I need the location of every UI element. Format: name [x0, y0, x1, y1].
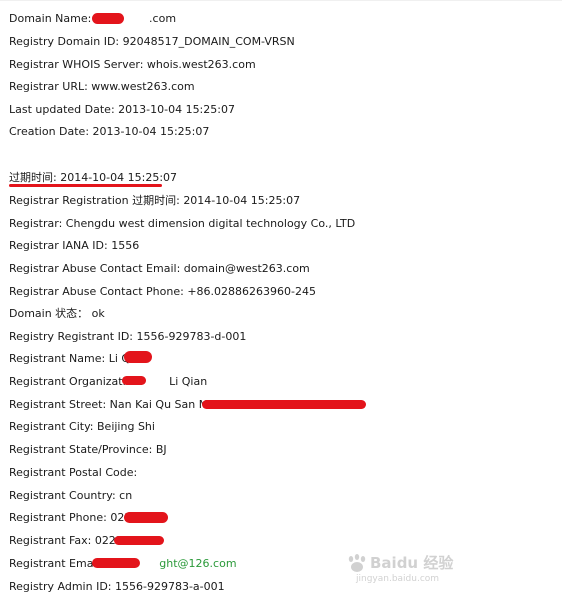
domain-name-tail: .com [149, 12, 177, 25]
whois-document: Domain Name: dym .com Registry Domain ID:… [0, 0, 562, 596]
registrar-registration-expiry: Registrar Registration 过期时间: 2014-10-04 … [9, 194, 301, 207]
registrant-fax: Registrant Fax: 02223 [9, 534, 130, 547]
registrant-state-province: Registrant State/Province: BJ [9, 443, 167, 456]
registrar-iana-id: Registrar IANA ID: 1556 [9, 239, 140, 252]
registrant-email-value: ght@126.com [159, 557, 237, 570]
redaction-mark [122, 376, 146, 385]
expiry-underline-mark [9, 184, 162, 187]
expiry-date: 过期时间: 2014-10-04 15:25:07 [9, 171, 178, 184]
registrar-url: Registrar URL: www.west263.com [9, 80, 195, 93]
redaction-mark [202, 400, 366, 409]
redaction-mark [92, 13, 124, 24]
top-edge [0, 0, 562, 1]
registry-registrant-id: Registry Registrant ID: 1556-929783-d-00… [9, 330, 247, 343]
redaction-mark [124, 351, 152, 363]
watermark-url: jingyan.baidu.com [356, 574, 440, 584]
registrant-organization-line: Registrant Organization: Li Qian [9, 375, 207, 389]
registry-domain-id: Registry Domain ID: 92048517_DOMAIN_COM-… [9, 35, 295, 48]
registrar-name: Registrar: Chengdu west dimension digita… [9, 217, 356, 230]
paw-icon [348, 554, 366, 572]
redaction-mark [124, 512, 168, 523]
domain-status: Domain 状态： ok [9, 307, 105, 320]
creation-date: Creation Date: 2013-10-04 15:25:07 [9, 125, 210, 138]
registrant-postal-code: Registrant Postal Code: [9, 466, 138, 479]
registry-admin-id: Registry Admin ID: 1556-929783-a-001 [9, 580, 225, 593]
registrant-organization-value: Li Qian [169, 375, 208, 388]
registrant-email-label: Registrant Email: [9, 557, 104, 570]
registrar-abuse-phone: Registrar Abuse Contact Phone: +86.02886… [9, 285, 316, 298]
registrant-country: Registrant Country: cn [9, 489, 133, 502]
redaction-mark [114, 536, 164, 545]
registrar-abuse-email: Registrar Abuse Contact Email: domain@we… [9, 262, 310, 275]
watermark-brand: Baidu 经验 [370, 554, 454, 572]
registrar-whois-server: Registrar WHOIS Server: whois.west263.co… [9, 58, 256, 71]
watermark: Baidu 经验 jingyan.baidu.com [344, 552, 454, 592]
registrant-city: Registrant City: Beijing Shi [9, 420, 155, 433]
last-updated-date: Last updated Date: 2013-10-04 15:25:07 [9, 103, 235, 116]
registrant-street: Registrant Street: Nan Kai Qu San Ma Lu [9, 398, 232, 411]
redaction-mark [92, 558, 140, 568]
